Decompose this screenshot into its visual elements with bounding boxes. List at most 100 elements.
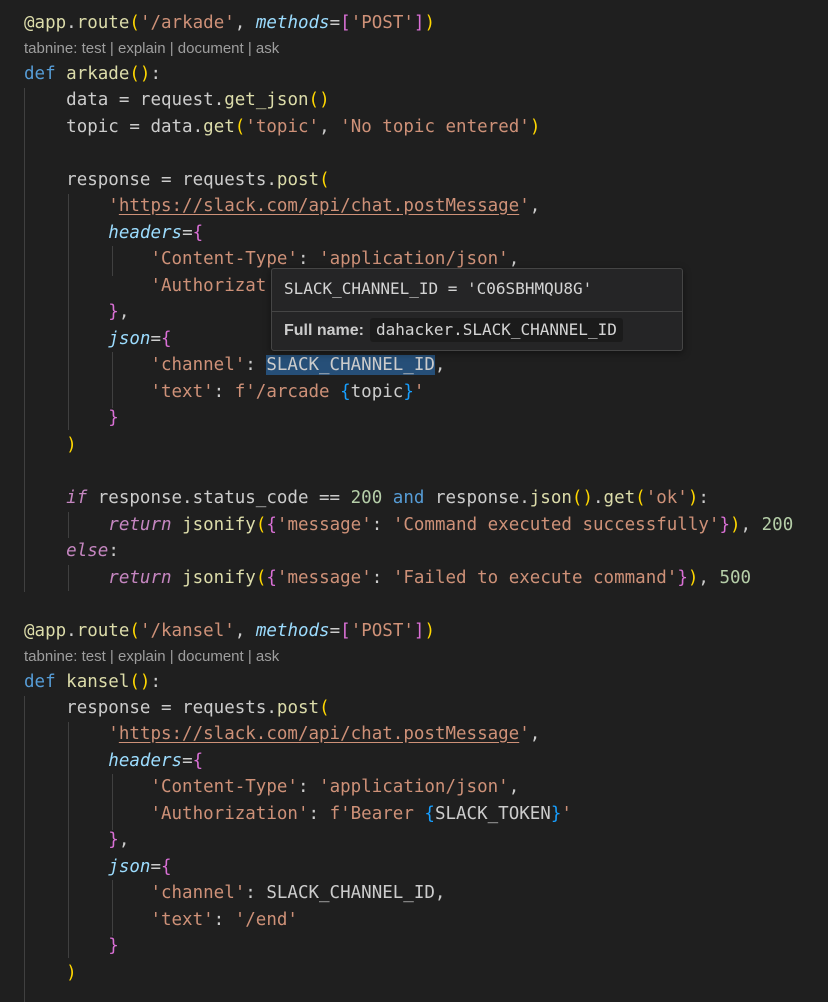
code-line-content-type[interactable]: 'Content-Type': 'application/json', [24, 774, 519, 800]
code-line-json-close[interactable]: } [24, 405, 119, 431]
code-line-if[interactable]: if response.status_code == 200 and respo… [24, 485, 709, 511]
bracket: } [403, 382, 414, 402]
bracket: () [129, 672, 151, 692]
code-editor[interactable]: @app.route('/arkade', methods=['POST']) … [0, 0, 828, 1002]
hovered-identifier[interactable]: SLACK_CHANNEL_ID [266, 355, 435, 375]
code-line-def-arkade[interactable]: def arkade(): [24, 61, 161, 87]
bracket: ( [319, 170, 330, 190]
dict-key: 'Content-Type' [150, 249, 298, 269]
string: '/end' [234, 910, 298, 930]
equals: = [182, 751, 193, 771]
comma: , [434, 355, 446, 375]
codelens-test-link[interactable]: test [82, 40, 106, 57]
string: 'ok' [645, 488, 688, 508]
code-line-authorization[interactable]: 'Authorization': f'Bearer {SLACK_TOKEN}' [24, 801, 572, 827]
code-line-channel[interactable]: 'channel': SLACK_CHANNEL_ID, [24, 352, 445, 378]
url-link[interactable]: https://slack.com/api/chat.postMessage [119, 724, 519, 744]
code-line-json-close[interactable]: } [24, 933, 119, 959]
bracket: ] [413, 621, 425, 641]
comma: , [434, 883, 446, 903]
number: 500 [719, 568, 752, 588]
colon: : [698, 488, 709, 508]
bracket: { [424, 804, 435, 824]
code-line-json[interactable]: json={ [24, 854, 171, 880]
equals: = [182, 223, 193, 243]
bracket: ) [424, 13, 436, 33]
codelens-document-link[interactable]: document [178, 648, 244, 665]
dot: . [266, 698, 277, 718]
codelens-separator: | [247, 40, 252, 57]
bracket: } [719, 515, 730, 535]
code-line-text[interactable]: 'text': '/end' [24, 907, 298, 933]
code-line-topic[interactable]: topic = data.get('topic', 'No topic ente… [24, 114, 540, 140]
dot: . [266, 170, 277, 190]
string: 'Command executed successfully' [392, 515, 720, 535]
code-line-def-kansel[interactable]: def kansel(): [24, 669, 161, 695]
json-param: json [108, 329, 151, 349]
code-line-data[interactable]: data = request.get_json() [24, 87, 329, 113]
dict-key: 'text' [150, 382, 214, 402]
variable: SLACK_TOKEN [434, 804, 551, 824]
hover-tooltip[interactable]: SLACK_CHANNEL_ID = 'C06SBHMQU8G' Full na… [271, 268, 683, 351]
full-name-label: Full name: [284, 322, 365, 339]
variable: SLACK_CHANNEL_ID [266, 883, 435, 903]
codelens-document-link[interactable]: document [178, 40, 244, 57]
code-line-json[interactable]: json={ [24, 326, 172, 352]
dict-key: 'Content-Type' [150, 777, 298, 797]
variable: response [66, 170, 151, 190]
code-line-authorization[interactable]: 'Authorizat [24, 273, 266, 299]
codelens-explain-link[interactable]: explain [118, 40, 166, 57]
code-line-response[interactable]: response = requests.post( [24, 167, 330, 193]
code-line-url[interactable]: 'https://slack.com/api/chat.postMessage'… [24, 193, 540, 219]
bracket: ) [424, 621, 436, 641]
method-call: get [203, 117, 235, 137]
code-line-headers[interactable]: headers={ [24, 748, 203, 774]
url-link[interactable]: https://slack.com/api/chat.postMessage [119, 196, 519, 216]
comma: , [234, 13, 256, 33]
bracket: } [108, 936, 119, 956]
code-line-route-kansel[interactable]: @app.route('/kansel', methods=['POST']) [24, 618, 435, 644]
colon: : [245, 883, 267, 903]
equals: = [150, 857, 161, 877]
code-line-else[interactable]: else: [24, 538, 119, 564]
bracket: ) [66, 963, 77, 983]
codelens-ask-link[interactable]: ask [256, 40, 279, 57]
code-line-post-close[interactable]: ) [24, 432, 77, 458]
hover-full-name: Full name: dahacker.SLACK_CHANNEL_ID [284, 316, 623, 346]
bracket: { [266, 568, 277, 588]
bracket: ) [687, 488, 699, 508]
bracket: () [129, 64, 151, 84]
codelens-ask-link[interactable]: ask [256, 648, 279, 665]
quote: ' [413, 382, 425, 402]
codelens-explain-link[interactable]: explain [118, 648, 166, 665]
codelens-test-link[interactable]: test [82, 648, 106, 665]
headers-param: headers [108, 751, 183, 771]
code-line-channel[interactable]: 'channel': SLACK_CHANNEL_ID, [24, 880, 445, 906]
fstring: f'/arcade [234, 382, 341, 402]
colon: : [297, 249, 320, 269]
fstring: f'Bearer [329, 804, 425, 824]
code-line-headers-close[interactable]: }, [24, 827, 129, 853]
object: requests [182, 698, 267, 718]
colon: : [245, 355, 267, 375]
route-call: route [76, 621, 130, 641]
code-line-return-failure[interactable]: return jsonify({'message': 'Failed to ex… [24, 565, 751, 591]
number: 200 [761, 515, 794, 535]
code-line-headers-close[interactable]: }, [24, 299, 129, 325]
colon: : [371, 515, 393, 535]
bracket: ) [687, 568, 699, 588]
post-method: 'POST' [350, 13, 414, 33]
code-line-return-success[interactable]: return jsonify({'message': 'Command exec… [24, 512, 793, 538]
bracket: { [161, 329, 172, 349]
code-line-post-close[interactable]: ) [24, 960, 77, 986]
bracket: } [108, 408, 119, 428]
code-line-text[interactable]: 'text': f'/arcade {topic}' [24, 379, 424, 405]
code-line-headers[interactable]: headers={ [24, 220, 203, 246]
method-call: json [529, 488, 572, 508]
code-line-response[interactable]: response = requests.post( [24, 695, 329, 721]
decorator: @app [24, 13, 67, 33]
code-line-route-arkade[interactable]: @app.route('/arkade', methods=['POST']) [24, 10, 435, 36]
dot: . [213, 90, 225, 110]
code-line-url[interactable]: 'https://slack.com/api/chat.postMessage'… [24, 721, 540, 747]
methods-param: methods [255, 13, 330, 33]
